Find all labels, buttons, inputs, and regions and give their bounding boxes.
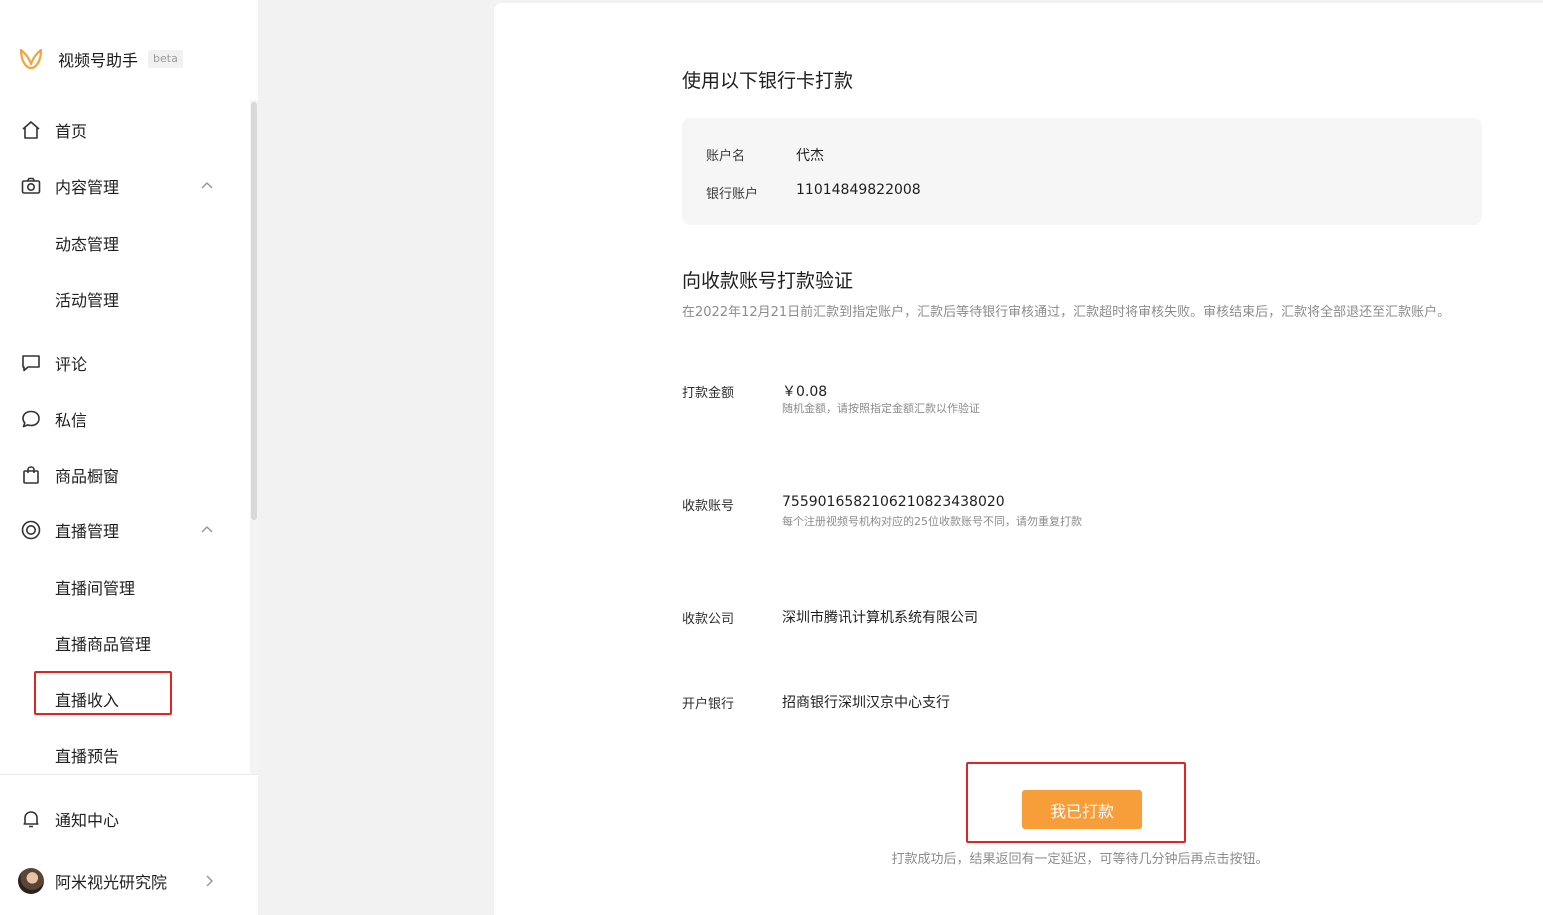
sidebar-item-messages[interactable]: 私信: [0, 399, 240, 439]
bank-account-box: [682, 118, 1482, 225]
account-number-label: 银行账户: [706, 187, 759, 202]
sidebar-item-home[interactable]: 首页: [0, 110, 240, 150]
receiving-account-hint: 每个注册视频号机构对应的25位收款账号不同，请勿重复打款: [782, 515, 1082, 528]
bell-icon: [20, 808, 42, 830]
sidebar-item-label: 私信: [55, 411, 88, 430]
sidebar-subitem-live-products[interactable]: 直播商品管理: [0, 623, 240, 663]
account-number-value: 11014849822008: [796, 182, 921, 198]
receiving-company-label: 收款公司: [682, 612, 735, 627]
beta-badge: beta: [148, 50, 183, 68]
sidebar-item-label: 评论: [55, 355, 88, 374]
receiving-account-label: 收款账号: [682, 499, 735, 514]
sidebar-divider: [0, 774, 258, 775]
sidebar-scrollbar-thumb[interactable]: [251, 102, 257, 520]
sidebar-item-label: 首页: [55, 122, 88, 141]
sidebar-subitem-label: 直播间管理: [55, 579, 136, 598]
opening-bank-label: 开户银行: [682, 697, 735, 712]
verify-description: 在2022年12月21日前汇款到指定账户，汇款后等待银行审核通过，汇款超时将审核…: [682, 305, 1451, 320]
brand[interactable]: 视频号助手 beta: [18, 44, 183, 74]
message-icon: [20, 408, 42, 430]
account-name-label: 账户名: [706, 149, 746, 164]
sidebar-item-label: 商品橱窗: [55, 467, 120, 486]
amount-hint: 随机金额，请按照指定金额汇款以作验证: [782, 402, 980, 415]
verify-title: 向收款账号打款验证: [682, 270, 854, 292]
sidebar-subitem-label: 活动管理: [55, 291, 120, 310]
sidebar-subitem-label: 直播预告: [55, 747, 120, 766]
shopping-bag-icon: [20, 464, 42, 486]
sidebar-subitem-label: 直播商品管理: [55, 635, 152, 654]
sidebar-subitem-live-rooms[interactable]: 直播间管理: [0, 567, 240, 607]
paid-footnote: 打款成功后，结果返回有一定延迟，可等待几分钟后再点击按钮。: [891, 852, 1269, 867]
channels-logo-icon: [19, 48, 43, 70]
amount-label: 打款金额: [682, 386, 735, 401]
receiving-company-value: 深圳市腾讯计算机系统有限公司: [782, 610, 978, 626]
sidebar-item-notifications[interactable]: 通知中心: [0, 799, 240, 839]
sidebar: 视频号助手 beta 首页 内容管理 动态管理 活动管理 评论 私信 商品橱窗 …: [0, 0, 258, 915]
paid-confirm-button[interactable]: 我已打款: [1022, 790, 1142, 829]
bank-card-title: 使用以下银行卡打款: [682, 70, 854, 92]
opening-bank-value: 招商银行深圳汉京中心支行: [782, 695, 950, 711]
sidebar-item-label: 通知中心: [55, 811, 120, 830]
amount-value: ￥0.08: [782, 384, 828, 400]
highlight-box-live-income: [34, 671, 172, 715]
sidebar-subitem-posts[interactable]: 动态管理: [0, 223, 240, 263]
sidebar-item-label: 直播管理: [55, 522, 120, 541]
live-icon: [20, 519, 42, 541]
sidebar-subitem-activities[interactable]: 活动管理: [0, 279, 240, 319]
sidebar-item-comments[interactable]: 评论: [0, 343, 240, 383]
app-name: 视频号助手: [58, 51, 139, 70]
home-icon: [20, 119, 42, 141]
sidebar-subitem-label: 动态管理: [55, 235, 120, 254]
sidebar-subitem-live-preview[interactable]: 直播预告: [0, 735, 240, 775]
account-name-value: 代杰: [796, 148, 824, 164]
camera-icon: [20, 175, 42, 197]
chevron-up-icon: [201, 181, 213, 189]
avatar[interactable]: [18, 868, 44, 894]
chevron-right-icon: [206, 875, 214, 887]
sidebar-item-live-management[interactable]: 直播管理: [0, 510, 240, 550]
receiving-account-value: 755901658210621082343802​0: [782, 494, 1005, 510]
sidebar-item-content-management[interactable]: 内容管理: [0, 166, 240, 206]
user-name: 阿米视光研究院: [55, 873, 168, 892]
sidebar-item-label: 内容管理: [55, 178, 120, 197]
sidebar-item-showcase[interactable]: 商品橱窗: [0, 455, 240, 495]
chevron-up-icon: [201, 525, 213, 533]
comment-icon: [20, 352, 42, 374]
